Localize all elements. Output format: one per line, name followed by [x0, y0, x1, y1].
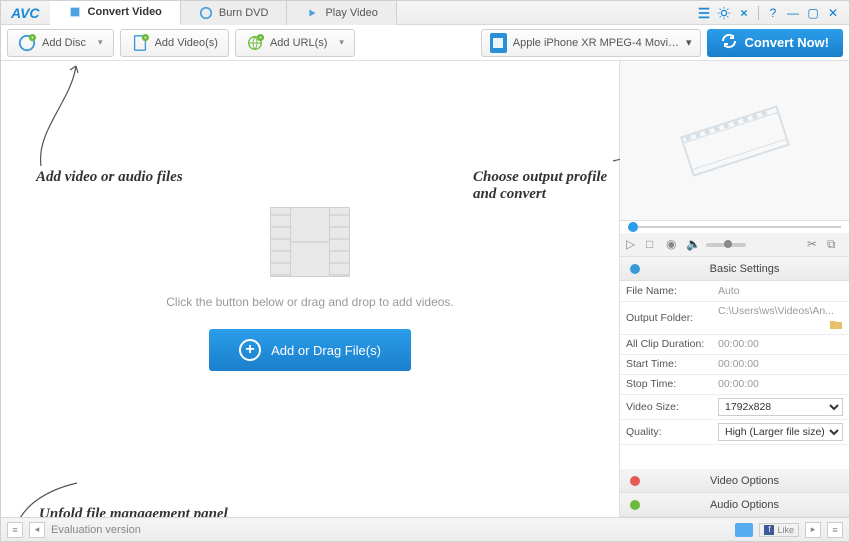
video-options-header[interactable]: Video Options [620, 469, 849, 493]
tab-play-video[interactable]: Play Video [287, 1, 396, 25]
svg-text:+: + [31, 35, 34, 41]
restore-icon[interactable]: ▢ [805, 5, 821, 21]
basic-settings-table: File Name:Auto Output Folder:C:\Users\ws… [620, 281, 849, 445]
link-icon[interactable]: ⧉ [827, 237, 843, 253]
output-folder-value[interactable]: C:\Users\ws\Videos\An... [712, 301, 849, 334]
gear-icon[interactable] [716, 5, 732, 21]
globe-icon: + [246, 34, 264, 52]
chevron-down-icon: ▾ [686, 36, 692, 49]
section-title: Video Options [648, 475, 841, 487]
add-videos-button[interactable]: + Add Video(s) [120, 29, 229, 57]
toolbar: + Add Disc ▾ + Add Video(s) + Add URL(s)… [1, 25, 849, 61]
camera-icon[interactable]: ◉ [666, 237, 682, 253]
tab-label: Burn DVD [219, 7, 269, 19]
panel-next-button[interactable]: ▸ [805, 522, 821, 538]
chevron-down-icon: ▾ [339, 37, 344, 48]
profile-label: Apple iPhone XR MPEG-4 Movie (*.m... [513, 37, 680, 49]
profile-icon [490, 33, 507, 53]
minimize-icon[interactable]: — [785, 5, 801, 21]
file-list-pane[interactable]: Add video or audio files Choose output p… [1, 61, 619, 517]
plus-circle-icon: + [239, 339, 261, 361]
close-icon[interactable]: ✕ [825, 5, 841, 21]
output-profile-selector[interactable]: Apple iPhone XR MPEG-4 Movie (*.m... ▾ [481, 29, 701, 57]
setting-row-quality: Quality:High (Larger file size) [620, 419, 849, 444]
main-tabs: Convert Video Burn DVD Play Video [50, 1, 397, 25]
folder-icon[interactable] [829, 317, 843, 331]
settings-wheel-icon [628, 262, 642, 276]
add-urls-button[interactable]: + Add URL(s) ▾ [235, 29, 355, 57]
tab-label: Play Video [325, 7, 377, 19]
cut-icon[interactable]: ✂ [807, 237, 823, 253]
preview-timeline[interactable] [620, 221, 849, 233]
menu-icon[interactable] [696, 5, 712, 21]
file-name-value[interactable]: Auto [712, 281, 849, 301]
preview-controls: ▷ □ ◉ 🔈 ✂ ⧉ [620, 233, 849, 257]
volume-slider[interactable] [706, 243, 746, 247]
svg-text:+: + [259, 35, 262, 41]
video-size-select[interactable]: 1792x828 [718, 398, 843, 416]
drop-hint-text: Click the button below or drag and drop … [166, 295, 454, 309]
tab-convert-video[interactable]: Convert Video [50, 1, 181, 25]
disc-icon: + [18, 34, 36, 52]
annotation-add-files: Add video or audio files [36, 169, 183, 186]
burn-icon [199, 6, 213, 20]
refresh-icon [721, 33, 737, 52]
button-label: Add Disc [42, 37, 86, 49]
chevron-down-icon: ▾ [98, 37, 103, 48]
section-title: Audio Options [648, 499, 841, 511]
tab-burn-dvd[interactable]: Burn DVD [181, 1, 288, 25]
statusbar: ≡ ◂ Evaluation version fLike ▸ ≡ [1, 517, 849, 541]
timeline-thumb[interactable] [628, 222, 638, 232]
panel-toggle-button[interactable]: ≡ [7, 522, 23, 538]
convert-icon [68, 5, 82, 19]
panel-prev-button[interactable]: ◂ [29, 522, 45, 538]
add-disc-button[interactable]: + Add Disc ▾ [7, 29, 114, 57]
start-time-value: 00:00:00 [712, 354, 849, 374]
button-label: Add URL(s) [270, 37, 327, 49]
film-reel-icon [665, 96, 805, 186]
setting-row-start-time: Start Time:00:00:00 [620, 354, 849, 374]
play-icon [305, 6, 319, 20]
panel-toggle2-button[interactable]: ≡ [827, 522, 843, 538]
facebook-like-button[interactable]: fLike [759, 523, 799, 537]
button-label: Add or Drag File(s) [271, 343, 381, 358]
setting-row-output-folder: Output Folder:C:\Users\ws\Videos\An... [620, 301, 849, 334]
basic-settings-header[interactable]: Basic Settings [620, 257, 849, 281]
button-label: Convert Now! [745, 35, 830, 50]
add-or-drag-files-button[interactable]: + Add or Drag File(s) [209, 329, 411, 371]
volume-icon[interactable]: 🔈 [686, 237, 702, 253]
clip-duration-value: 00:00:00 [712, 334, 849, 354]
stop-time-value: 00:00:00 [712, 374, 849, 394]
app-logo: AVC [1, 5, 50, 21]
setting-row-stop-time: Stop Time:00:00:00 [620, 374, 849, 394]
tab-label: Convert Video [88, 6, 162, 18]
version-label: Evaluation version [51, 524, 141, 536]
preview-area [620, 61, 849, 221]
titlebar: AVC Convert Video Burn DVD Play Video ? … [1, 1, 849, 25]
convert-now-button[interactable]: Convert Now! [707, 29, 844, 57]
separator [758, 6, 759, 20]
button-label: Add Video(s) [155, 37, 218, 49]
play-icon[interactable]: ▷ [626, 237, 642, 253]
setting-row-clip-duration: All Clip Duration:00:00:00 [620, 334, 849, 354]
svg-text:+: + [143, 35, 146, 41]
audio-icon [628, 498, 642, 512]
video-icon [628, 474, 642, 488]
annotation-choose-profile: Choose output profile and convert [473, 169, 619, 203]
twitter-icon[interactable] [735, 523, 753, 537]
stop-icon[interactable]: □ [646, 237, 662, 253]
quality-select[interactable]: High (Larger file size) [718, 423, 843, 441]
connect-icon[interactable] [736, 5, 752, 21]
help-icon[interactable]: ? [765, 5, 781, 21]
setting-row-file-name: File Name:Auto [620, 281, 849, 301]
audio-options-header[interactable]: Audio Options [620, 493, 849, 517]
right-panel: ▷ □ ◉ 🔈 ✂ ⧉ Basic Settings File Name:Aut… [619, 61, 849, 517]
video-file-icon: + [131, 34, 149, 52]
section-title: Basic Settings [648, 263, 841, 275]
filmstrip-placeholder-icon [270, 207, 350, 277]
setting-row-video-size: Video Size:1792x828 [620, 394, 849, 419]
window-controls: ? — ▢ ✕ [696, 5, 849, 21]
